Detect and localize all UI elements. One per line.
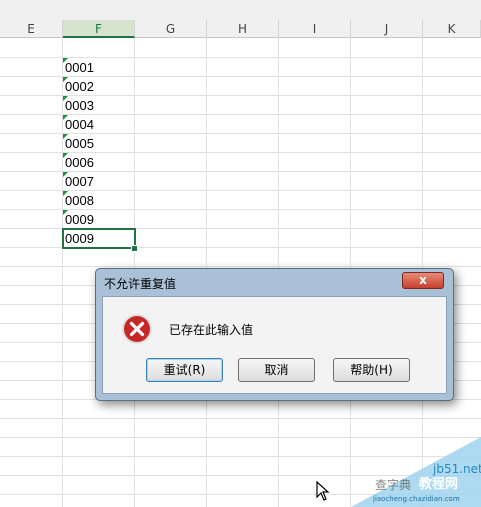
column-header-f[interactable]: F <box>63 20 135 38</box>
cell-f[interactable]: 0002 <box>63 77 135 96</box>
cell-value: 0001 <box>65 60 94 75</box>
grid-line <box>0 418 481 419</box>
fill-handle[interactable] <box>131 245 138 252</box>
cell-f[interactable]: 0009 <box>63 210 135 229</box>
cell-value: 0006 <box>65 155 94 170</box>
cell-value: 0005 <box>65 136 94 151</box>
close-button[interactable]: x <box>402 272 444 289</box>
selection-border <box>62 228 136 249</box>
watermark-title: 教程网 <box>418 476 458 492</box>
cell-f[interactable]: 0008 <box>63 191 135 210</box>
cell-value: 0004 <box>65 117 94 132</box>
cell-f[interactable]: 0005 <box>63 134 135 153</box>
watermark-url: jiaocheng.chazidian.com <box>372 495 460 503</box>
watermark-site: jb51.net <box>432 462 481 476</box>
column-header-h[interactable]: H <box>207 20 279 38</box>
grid-line <box>0 266 481 267</box>
cell-f[interactable]: 0006 <box>63 153 135 172</box>
error-indicator-icon <box>63 210 68 215</box>
cell-f[interactable]: 0001 <box>63 58 135 77</box>
error-indicator-icon <box>63 191 68 196</box>
retry-button[interactable]: 重试(R) <box>146 358 223 382</box>
cell-value: 0007 <box>65 174 94 189</box>
mouse-cursor-icon <box>316 481 330 501</box>
watermark-brand: 查字典 <box>375 477 411 492</box>
column-header-bar: E F G H I J K <box>0 0 481 38</box>
cell-value: 0009 <box>65 212 94 227</box>
help-button[interactable]: 帮助(H) <box>333 358 410 382</box>
column-header-g[interactable]: G <box>135 20 207 38</box>
cancel-button[interactable]: 取消 <box>238 358 315 382</box>
column-header-j[interactable]: J <box>351 20 423 38</box>
column-header-k[interactable]: K <box>423 20 481 38</box>
spreadsheet: E F G H I J K 0001 0002 0003 0004 0005 0… <box>0 0 481 507</box>
cell-f[interactable]: 0007 <box>63 172 135 191</box>
error-indicator-icon <box>63 153 68 158</box>
cell-value: 0002 <box>65 79 94 94</box>
cell-value: 0003 <box>65 98 94 113</box>
cell-f[interactable]: 0003 <box>63 96 135 115</box>
error-indicator-icon <box>63 115 68 120</box>
column-header-i[interactable]: I <box>279 20 351 38</box>
dialog-message: 已存在此输入值 <box>169 323 254 337</box>
watermark: jb51.net 教程网 jiaocheng.chazidian.com 查字典 <box>351 437 481 507</box>
cell-value: 0008 <box>65 193 94 208</box>
validation-error-dialog: 不允许重复值 x 已存在此输入值 重试(R) 取消 帮助(H) <box>95 268 454 401</box>
dialog-body: 已存在此输入值 重试(R) 取消 帮助(H) <box>102 296 447 394</box>
error-indicator-icon <box>63 58 68 63</box>
column-header-e[interactable]: E <box>0 20 63 38</box>
error-icon <box>122 314 152 344</box>
error-indicator-icon <box>63 96 68 101</box>
error-indicator-icon <box>63 77 68 82</box>
error-indicator-icon <box>63 172 68 177</box>
error-indicator-icon <box>63 134 68 139</box>
dialog-title: 不允许重复值 <box>104 277 177 291</box>
cell-f[interactable]: 0004 <box>63 115 135 134</box>
